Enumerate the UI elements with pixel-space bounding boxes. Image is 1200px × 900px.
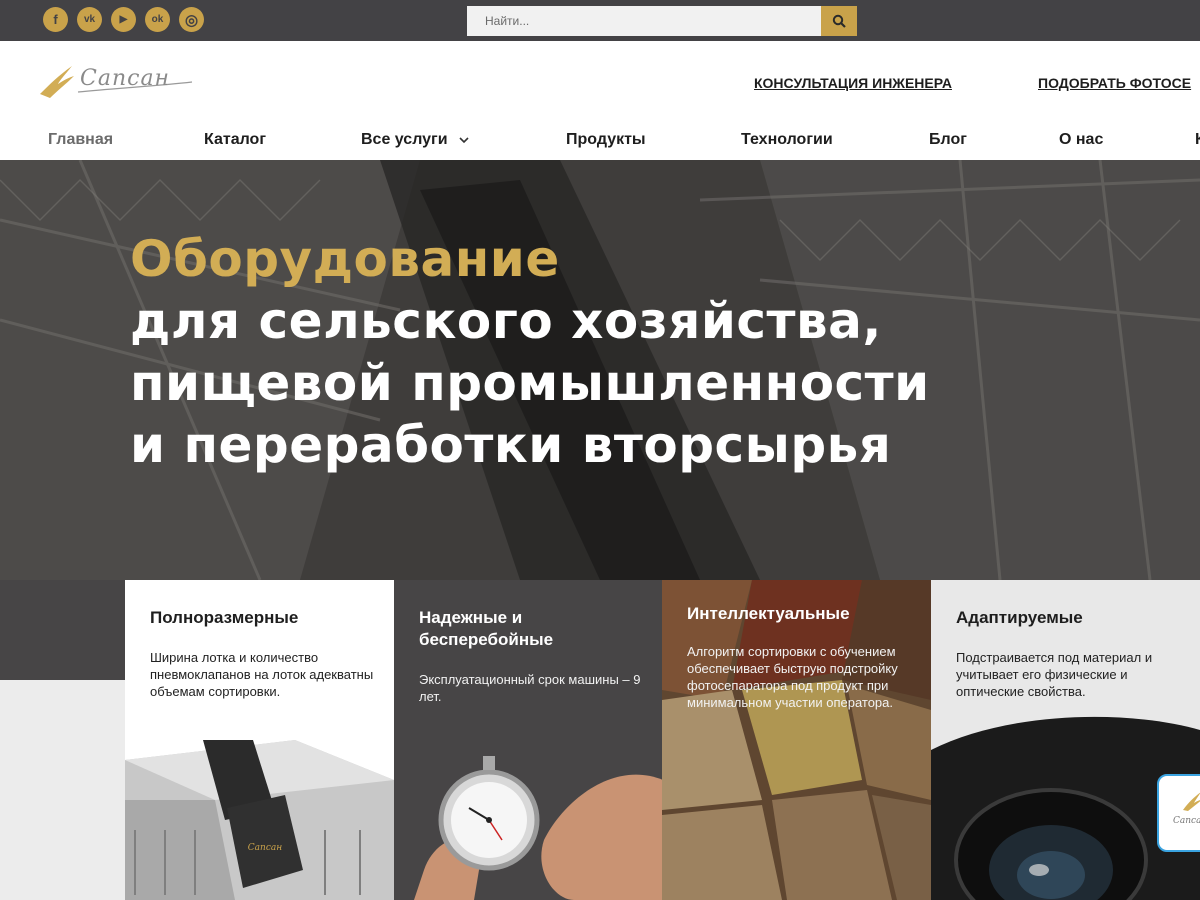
feature-card-title: Адаптируемые <box>956 608 1083 627</box>
social-links: f vk ▶ ok ◎ <box>43 7 204 32</box>
feature-card-text: Эксплуатационный срок машины – 9 лет. <box>419 672 641 704</box>
nav-item-about[interactable]: О нас <box>1059 131 1103 149</box>
feature-card-full-size[interactable]: Полноразмерные Ширина лотка и количество… <box>125 580 394 900</box>
search-icon <box>832 14 846 28</box>
odnoklassniki-icon[interactable]: ok <box>145 7 170 32</box>
feature-card-intelligent[interactable]: Интеллектуальные Алгоритм сортировки с о… <box>662 580 931 900</box>
main-nav: Главная Каталог Все услуги Продукты Техн… <box>0 131 1200 151</box>
sorter-machine-image: Сапсан <box>125 740 394 900</box>
search-form <box>467 6 857 36</box>
chat-logo-icon <box>1183 792 1200 811</box>
hero-title-highlight: Оборудование <box>130 230 560 288</box>
nav-item-blog[interactable]: Блог <box>929 131 967 149</box>
hero-bottom-edge <box>0 580 125 680</box>
chat-widget-label: Сапсан <box>1173 816 1200 826</box>
hero-title-line2: для сельского хозяйства, <box>130 292 882 350</box>
nav-item-catalog[interactable]: Каталог <box>204 131 266 149</box>
page-background-strip <box>0 680 125 900</box>
grains-background-image <box>662 580 931 900</box>
vk-icon[interactable]: vk <box>77 7 102 32</box>
search-input[interactable] <box>467 6 821 36</box>
feature-card-text: Ширина лотка и количество пневмоклапанов… <box>150 650 374 699</box>
nav-item-services[interactable]: Все услуги <box>361 131 470 149</box>
feature-card-title: Интеллектуальные <box>687 604 850 623</box>
nav-item-more[interactable]: К <box>1195 131 1200 149</box>
search-button[interactable] <box>821 6 857 36</box>
feature-card-title: Полноразмерные <box>150 608 299 627</box>
chat-widget-button[interactable]: Сапсан <box>1157 774 1200 852</box>
logo-text: Сапсан <box>80 66 171 91</box>
instagram-icon[interactable]: ◎ <box>179 7 204 32</box>
pick-sorter-link[interactable]: ПОДОБРАТЬ ФОТОСЕ <box>1038 75 1191 91</box>
feature-card-text: Алгоритм сортировки с обучением обеспечи… <box>687 644 898 710</box>
facebook-icon[interactable]: f <box>43 7 68 32</box>
nav-item-services-label: Все услуги <box>361 131 448 148</box>
hero-banner: Оборудование для сельского хозяйства, пи… <box>0 160 1200 580</box>
feature-card-text: Подстраивается под материал и учитывает … <box>956 650 1153 699</box>
feature-card-title: Надежные и бесперебойные <box>419 608 554 649</box>
feature-card-reliable[interactable]: Надежные и бесперебойные Эксплуатационны… <box>394 580 663 900</box>
chevron-down-icon <box>459 137 469 143</box>
top-bar: f vk ▶ ok ◎ <box>0 0 1200 41</box>
feature-card-adaptive[interactable]: Адаптируемые Подстраивается под материал… <box>931 580 1200 900</box>
nav-item-technologies[interactable]: Технологии <box>741 131 833 149</box>
nav-item-products[interactable]: Продукты <box>566 131 646 149</box>
machine-brand-label: Сапсан <box>248 843 282 853</box>
youtube-icon[interactable]: ▶ <box>111 7 136 32</box>
hero-title: Оборудование для сельского хозяйства, пи… <box>130 228 930 476</box>
hero-title-line3: пищевой промышленности <box>130 354 930 412</box>
stopwatch-image <box>414 756 663 900</box>
hero-title-line4: и переработки вторсырья <box>130 416 892 474</box>
engineer-consultation-link[interactable]: КОНСУЛЬТАЦИЯ ИНЖЕНЕРА <box>754 75 952 91</box>
nav-item-home[interactable]: Главная <box>48 131 113 149</box>
